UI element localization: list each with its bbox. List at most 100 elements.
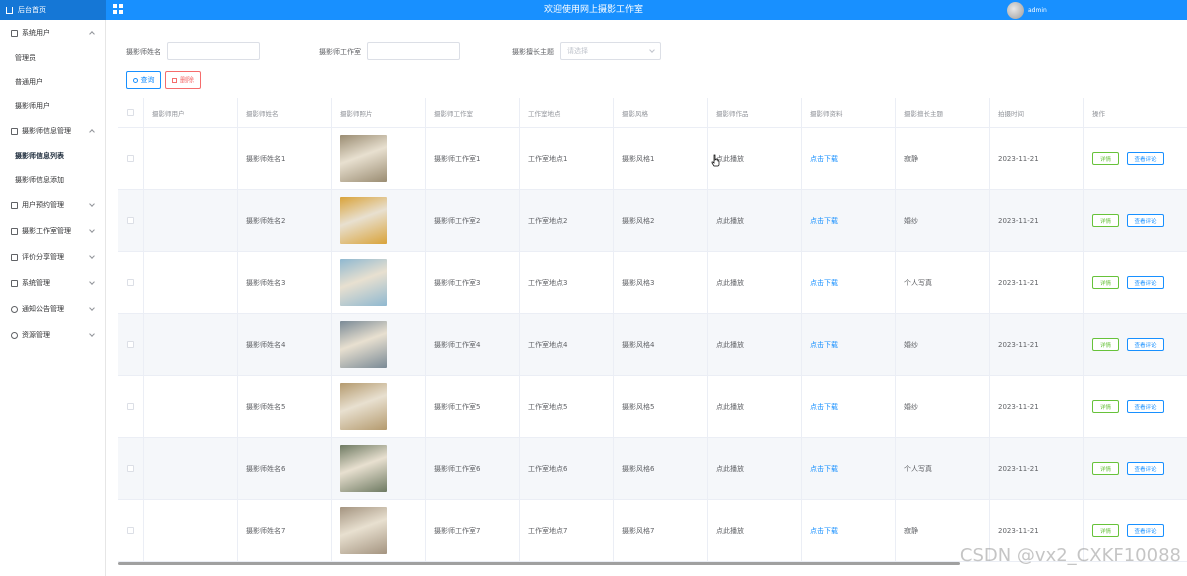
detail-button[interactable]: 详情 [1092, 524, 1119, 537]
sidebar-group-6[interactable]: 通知公告管理 [0, 296, 105, 322]
column-header: 摄影师用户 [144, 98, 238, 127]
theme-cell: 婚纱 [896, 314, 990, 375]
view-review-button[interactable]: 查看评论 [1127, 276, 1164, 289]
profile-download-link[interactable]: 点击下载 [810, 464, 838, 474]
row-checkbox[interactable] [127, 465, 134, 472]
theme: 个人写真 [904, 278, 932, 287]
sidebar-group-5[interactable]: 系统管理 [0, 270, 105, 296]
sidebar-group-2[interactable]: 用户预约管理 [0, 192, 105, 218]
studio-location-cell: 工作室地点4 [520, 314, 614, 375]
studio-name: 摄影师工作室1 [434, 154, 481, 163]
photographer-photo[interactable] [340, 507, 387, 554]
photographer-photo[interactable] [340, 259, 387, 306]
view-review-button[interactable]: 查看评论 [1127, 400, 1164, 413]
sidebar-group-7[interactable]: 资源管理 [0, 322, 105, 348]
profile-download-link[interactable]: 点击下载 [810, 340, 838, 350]
chevron-up-icon [89, 129, 95, 135]
works-link: 点此播放 [716, 402, 744, 411]
row-checkbox[interactable] [127, 279, 134, 286]
checkbox-cell [118, 314, 144, 375]
studio-name-cell: 摄影师工作室5 [426, 376, 520, 437]
photographer-user-cell [144, 438, 238, 499]
photographer-photo[interactable] [340, 445, 387, 492]
detail-button[interactable]: 详情 [1092, 400, 1119, 413]
detail-button[interactable]: 详情 [1092, 152, 1119, 165]
column-header: 摄影师姓名 [238, 98, 332, 127]
theme: 婚纱 [904, 216, 918, 225]
table-row: 摄影师姓名1 摄影师工作室1 工作室地点1 摄影风格1 点此播放 点击下载 寂静 2023-1… [118, 128, 1187, 190]
photo-cell [332, 376, 426, 437]
sidebar-group-3[interactable]: 摄影工作室管理 [0, 218, 105, 244]
profile-download-link[interactable]: 点击下载 [810, 154, 838, 164]
photo-style-cell: 摄影风格6 [614, 438, 708, 499]
works-link: 点此播放 [716, 526, 744, 535]
sidebar-item[interactable]: 普通用户 [0, 70, 105, 94]
photographer-photo[interactable] [340, 197, 387, 244]
studio-name-cell: 摄影师工作室6 [426, 438, 520, 499]
column-header: 操作 [1092, 109, 1105, 118]
sidebar-item[interactable]: 摄影师信息列表 [0, 144, 105, 168]
shoot-date: 2023-11-21 [998, 464, 1039, 473]
theme-select[interactable]: 请选择 [560, 42, 661, 60]
shoot-date: 2023-11-21 [998, 340, 1039, 349]
sidebar-group-label: 系统用户 [22, 29, 50, 37]
photographer-user-cell [144, 128, 238, 189]
studio-name-cell: 摄影师工作室3 [426, 252, 520, 313]
detail-button[interactable]: 详情 [1092, 338, 1119, 351]
photo-style-cell: 摄影风格7 [614, 500, 708, 561]
photographer-name: 摄影师姓名5 [246, 402, 286, 411]
select-all-checkbox[interactable] [127, 109, 134, 116]
works-link-cell: 点此播放 [708, 128, 802, 189]
sidebar-group-1[interactable]: 摄影师信息管理 [0, 118, 105, 144]
row-checkbox[interactable] [127, 155, 134, 162]
row-checkbox[interactable] [127, 403, 134, 410]
studio-name: 摄影师工作室2 [434, 216, 481, 225]
checkbox-cell [118, 376, 144, 437]
row-checkbox[interactable] [127, 341, 134, 348]
delete-button[interactable]: 删除 [165, 71, 201, 89]
sidebar-item[interactable]: 摄影师用户 [0, 94, 105, 118]
row-checkbox[interactable] [127, 527, 134, 534]
name-input[interactable] [167, 42, 260, 60]
user-menu[interactable]: admin [1007, 1, 1047, 19]
view-review-button[interactable]: 查看评论 [1127, 214, 1164, 227]
detail-button[interactable]: 详情 [1092, 462, 1119, 475]
shoot-date-cell: 2023-11-21 [990, 128, 1084, 189]
query-button[interactable]: 查询 [126, 71, 161, 89]
profile-download-link[interactable]: 点击下载 [810, 526, 838, 536]
sidebar-group-0[interactable]: 系统用户 [0, 20, 105, 46]
studio-input[interactable] [367, 42, 460, 60]
works-link: 点此播放 [716, 154, 744, 163]
studio-location-cell: 工作室地点1 [520, 128, 614, 189]
photographer-photo[interactable] [340, 383, 387, 430]
sidebar-group-label: 评价分享管理 [22, 253, 64, 261]
view-review-button[interactable]: 查看评论 [1127, 152, 1164, 165]
photographer-photo[interactable] [340, 321, 387, 368]
table-row: 摄影师姓名3 摄影师工作室3 工作室地点3 摄影风格3 点此播放 点击下载 个人写真 2023… [118, 252, 1187, 314]
row-checkbox[interactable] [127, 217, 134, 224]
operation-cell: 详情 查看评论 [1084, 438, 1183, 499]
photo-style-cell: 摄影风格4 [614, 314, 708, 375]
studio-name-cell: 摄影师工作室2 [426, 190, 520, 251]
photographer-name-cell: 摄影师姓名3 [238, 252, 332, 313]
sidebar-item[interactable]: 摄影师信息添加 [0, 168, 105, 192]
profile-download-link[interactable]: 点击下载 [810, 402, 838, 412]
sidebar-item[interactable]: 管理员 [0, 46, 105, 70]
profile-download-link[interactable]: 点击下载 [810, 216, 838, 226]
view-review-button[interactable]: 查看评论 [1127, 338, 1164, 351]
photographer-photo[interactable] [340, 135, 387, 182]
chevron-down-icon [649, 47, 655, 53]
sidebar-group-4[interactable]: 评价分享管理 [0, 244, 105, 270]
photographer-user-cell [144, 314, 238, 375]
horizontal-scrollbar[interactable] [118, 562, 960, 565]
view-review-button[interactable]: 查看评论 [1127, 462, 1164, 475]
view-review-button[interactable]: 查看评论 [1127, 524, 1164, 537]
works-link-cell: 点此播放 [708, 500, 802, 561]
detail-button[interactable]: 详情 [1092, 214, 1119, 227]
photographer-name: 摄影师姓名7 [246, 526, 286, 535]
profile-download-link[interactable]: 点击下载 [810, 278, 838, 288]
column-header: 摄影师工作室 [426, 98, 520, 127]
edit-icon [11, 201, 18, 209]
photo-cell [332, 438, 426, 499]
detail-button[interactable]: 详情 [1092, 276, 1119, 289]
